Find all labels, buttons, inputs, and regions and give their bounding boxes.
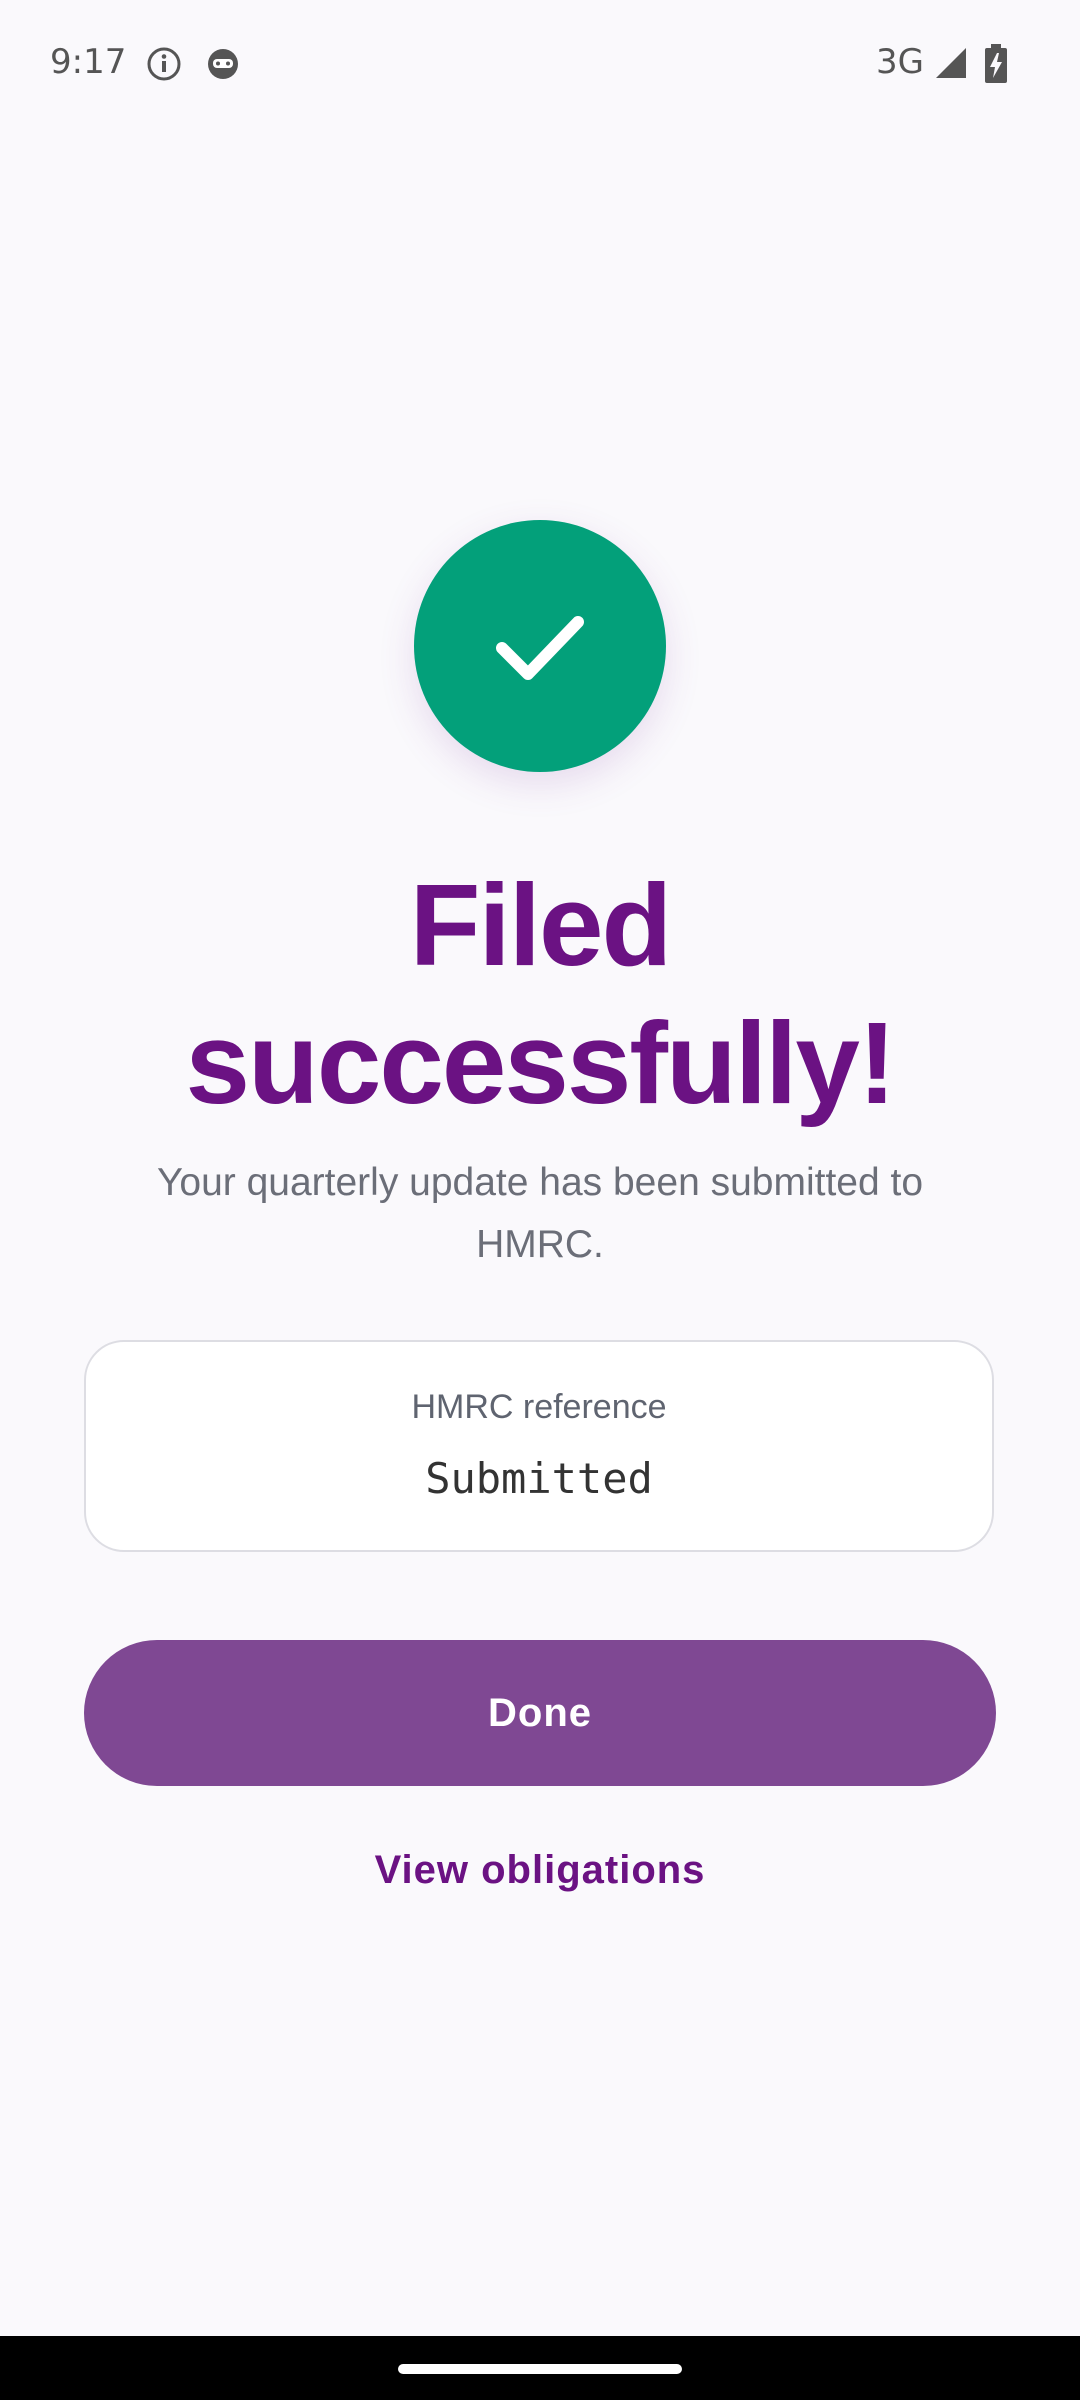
hmrc-reference-card: HMRC reference Submitted — [84, 1340, 994, 1552]
battery-charging-icon — [985, 44, 1007, 83]
page-title: Filed successfully! — [185, 860, 896, 1128]
status-bar: 9:17 3G — [0, 0, 1080, 130]
network-type: 3G — [876, 42, 924, 82]
view-obligations-link[interactable]: View obligations — [240, 1848, 840, 1893]
navigation-bar — [0, 2336, 1080, 2400]
reference-label: HMRC reference — [411, 1388, 667, 1426]
info-icon — [147, 47, 181, 81]
face-icon — [208, 49, 238, 79]
checkmark-icon — [496, 616, 584, 680]
success-badge — [414, 520, 666, 772]
status-time: 9:17 — [50, 42, 127, 82]
home-gesture-handle[interactable] — [398, 2364, 682, 2374]
confirmation-message: Your quarterly update has been submitted… — [156, 1161, 924, 1266]
signal-icon — [936, 48, 966, 78]
done-button[interactable]: Done — [84, 1640, 996, 1786]
reference-value: Submitted — [425, 1454, 653, 1503]
